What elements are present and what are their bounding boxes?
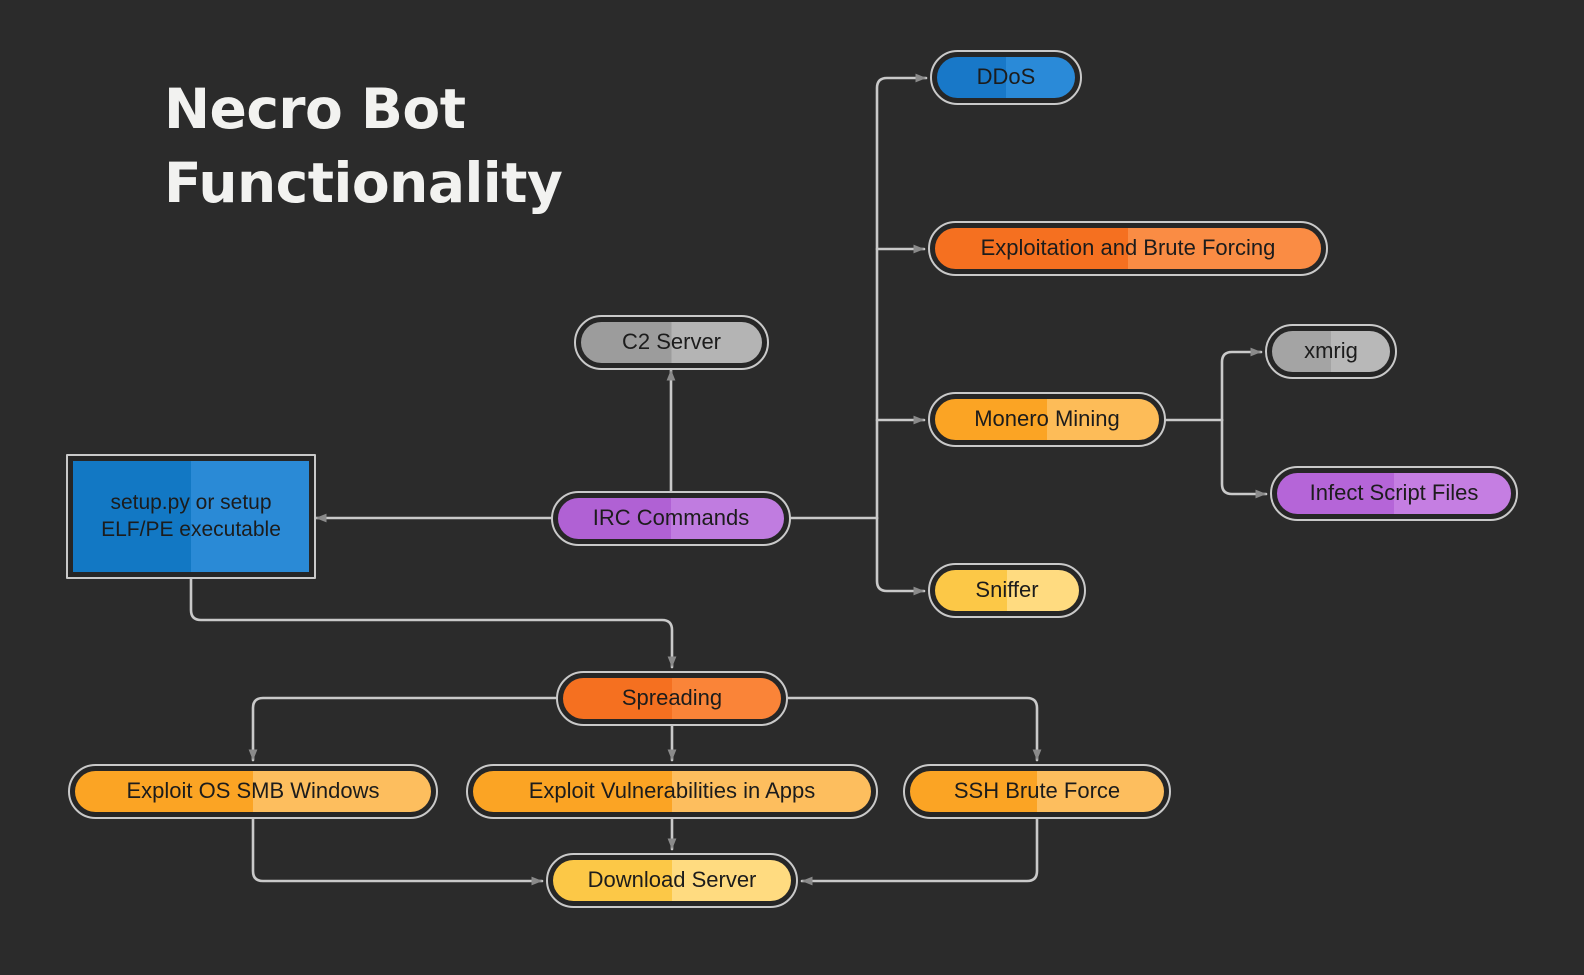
edge-setup-spreading (189, 577, 677, 669)
node-fill-setup: setup.py or setup ELF/PE executable (73, 461, 309, 572)
edge-smb-download (251, 817, 544, 886)
node-fill-xmrig: xmrig (1272, 331, 1390, 372)
node-fill-smb: Exploit OS SMB Windows (75, 771, 431, 812)
node-label-ddos: DDoS (976, 64, 1036, 90)
node-xmrig[interactable]: xmrig (1265, 324, 1397, 379)
node-fill-ddos: DDoS (937, 57, 1075, 98)
node-label-smb: Exploit OS SMB Windows (126, 778, 380, 804)
diagram-canvas: Necro Bot Functionality setup.py or setu… (0, 0, 1584, 975)
page-title: Necro Bot Functionality (164, 77, 563, 216)
node-smb[interactable]: Exploit OS SMB Windows (68, 764, 438, 819)
node-exploitation[interactable]: Exploitation and Brute Forcing (928, 221, 1328, 276)
node-sniffer[interactable]: Sniffer (928, 563, 1086, 618)
node-label-irc: IRC Commands (592, 505, 750, 531)
node-label-infect: Infect Script Files (1309, 480, 1479, 506)
node-label-exploitation: Exploitation and Brute Forcing (980, 235, 1276, 261)
node-setup[interactable]: setup.py or setup ELF/PE executable (66, 454, 316, 579)
node-infect[interactable]: Infect Script Files (1270, 466, 1518, 521)
node-ssh[interactable]: SSH Brute Force (903, 764, 1171, 819)
node-label-apps: Exploit Vulnerabilities in Apps (528, 778, 816, 804)
node-irc[interactable]: IRC Commands (551, 491, 791, 546)
edge-spreading-smb (248, 696, 558, 762)
node-fill-apps: Exploit Vulnerabilities in Apps (473, 771, 871, 812)
node-fill-ssh: SSH Brute Force (910, 771, 1164, 812)
node-monero[interactable]: Monero Mining (928, 392, 1166, 447)
node-label-c2: C2 Server (621, 329, 722, 355)
node-fill-infect: Infect Script Files (1277, 473, 1511, 514)
node-label-sniffer: Sniffer (975, 577, 1039, 603)
node-label-download: Download Server (587, 867, 757, 893)
node-fill-exploitation: Exploitation and Brute Forcing (935, 228, 1321, 269)
node-c2[interactable]: C2 Server (574, 315, 769, 370)
node-label-ssh: SSH Brute Force (953, 778, 1121, 804)
node-apps[interactable]: Exploit Vulnerabilities in Apps (466, 764, 878, 819)
node-spreading[interactable]: Spreading (556, 671, 788, 726)
edge-spreading-ssh (786, 696, 1042, 762)
node-label-monero: Monero Mining (974, 406, 1120, 432)
node-fill-c2: C2 Server (581, 322, 762, 363)
node-label-xmrig: xmrig (1304, 338, 1358, 364)
node-label-spreading: Spreading (621, 685, 723, 711)
node-fill-monero: Monero Mining (935, 399, 1159, 440)
edge-monero-xmrig (1220, 347, 1263, 422)
node-label-setup: setup.py or setup ELF/PE executable (101, 490, 281, 541)
node-fill-sniffer: Sniffer (935, 570, 1079, 611)
node-fill-spreading: Spreading (563, 678, 781, 719)
node-fill-download: Download Server (553, 860, 791, 901)
node-download[interactable]: Download Server (546, 853, 798, 908)
edge-irc-sniffer (875, 516, 926, 596)
node-ddos[interactable]: DDoS (930, 50, 1082, 105)
edge-ssh-download (800, 817, 1039, 886)
edge-monero-infect (1220, 418, 1268, 499)
node-fill-irc: IRC Commands (558, 498, 784, 539)
edge-irc-ddos (875, 73, 928, 520)
